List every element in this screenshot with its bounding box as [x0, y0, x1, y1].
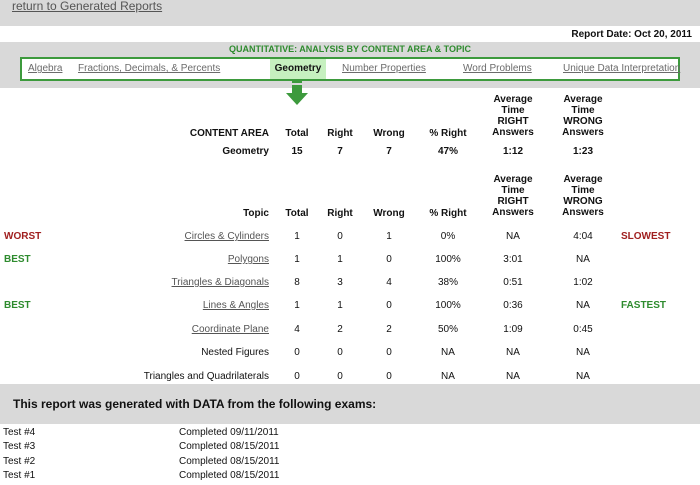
row-pct-right: 0% [440, 231, 456, 242]
summary-avg-right: 1:12 [502, 146, 523, 157]
row-wrong: 4 [386, 277, 392, 288]
summary-content-area: Geometry [222, 146, 269, 157]
topic-nested-figures: Nested Figures [201, 347, 269, 358]
row-right: 0 [337, 371, 343, 382]
exam-source-title: This report was generated with DATA from… [13, 397, 377, 411]
summary-avg-wrong: 1:23 [572, 146, 593, 157]
header-right: Right [327, 128, 353, 139]
row-speed-slowest: SLOWEST [621, 231, 671, 242]
row-avg-right: NA [506, 231, 520, 242]
row-right: 1 [337, 254, 343, 265]
header-content-area: CONTENT AREA [189, 128, 269, 139]
header-topic-pct-right: % Right [429, 208, 467, 219]
row-avg-right: 1:09 [503, 324, 523, 335]
content-area-tabs: Algebra Fractions, Decimals, & Percents … [20, 57, 680, 81]
header-avg-wrong: Average Time WRONG Answers [562, 94, 604, 138]
row-avg-wrong: 4:04 [573, 231, 593, 242]
row-right: 2 [337, 324, 343, 335]
summary-total: 15 [291, 146, 303, 157]
exam-status: Completed 08/15/2011 [179, 470, 280, 481]
row-tag-best: BEST [4, 254, 31, 265]
tab-algebra[interactable]: Algebra [28, 59, 62, 79]
topic-link-coordinate-plane[interactable]: Coordinate Plane [120, 324, 269, 335]
header-topic-total: Total [285, 208, 309, 219]
row-right: 1 [337, 300, 343, 311]
row-right: 0 [337, 231, 343, 242]
topic-link-circles-cylinders[interactable]: Circles & Cylinders [120, 231, 269, 242]
row-tag-best: BEST [4, 300, 31, 311]
topic-link-lines-angles[interactable]: Lines & Angles [120, 300, 269, 311]
header-wrong: Wrong [373, 128, 405, 139]
header-pct-right: % Right [429, 128, 467, 139]
return-to-reports-link[interactable]: return to Generated Reports [12, 0, 162, 13]
row-wrong: 1 [386, 231, 392, 242]
row-total: 0 [294, 371, 300, 382]
exam-test-label: Test #2 [3, 456, 36, 467]
row-avg-wrong: NA [576, 347, 590, 358]
summary-pct-right: 47% [437, 146, 458, 157]
row-wrong: 0 [386, 254, 392, 265]
row-avg-wrong: NA [576, 371, 590, 382]
row-right: 0 [337, 347, 343, 358]
header-total: Total [285, 128, 309, 139]
row-avg-right: NA [506, 371, 520, 382]
tab-word-problems[interactable]: Word Problems [463, 59, 532, 79]
tab-fractions[interactable]: Fractions, Decimals, & Percents [78, 59, 220, 79]
row-wrong: 0 [386, 347, 392, 358]
header-topic-avg-wrong: Average Time WRONG Answers [562, 174, 604, 218]
row-pct-right: 100% [435, 254, 461, 265]
row-wrong: 0 [386, 300, 392, 311]
row-total: 8 [294, 277, 300, 288]
row-wrong: 0 [386, 371, 392, 382]
exam-source-banner: This report was generated with DATA from… [0, 384, 700, 424]
nav-title: QUANTITATIVE: ANALYSIS BY CONTENT AREA &… [228, 44, 471, 54]
summary-wrong: 7 [386, 146, 392, 157]
arrow-down-icon [286, 80, 308, 105]
exam-status: Completed 09/11/2011 [179, 427, 279, 438]
row-total: 1 [294, 300, 300, 311]
row-avg-right: 3:01 [503, 254, 523, 265]
row-pct-right: 100% [435, 300, 461, 311]
exam-test-label: Test #1 [3, 470, 36, 481]
tab-unique-data[interactable]: Unique Data Interpretation [563, 59, 680, 79]
row-avg-wrong: NA [576, 300, 590, 311]
row-avg-right: 0:36 [503, 300, 523, 311]
header-topic-wrong: Wrong [373, 208, 405, 219]
tab-number-properties[interactable]: Number Properties [342, 59, 426, 79]
tab-geometry[interactable]: Geometry [270, 59, 326, 79]
header-avg-right: Average Time RIGHT Answers [492, 94, 534, 138]
row-pct-right: 38% [437, 277, 458, 288]
exam-status: Completed 08/15/2011 [179, 456, 280, 467]
report-date: Report Date: Oct 20, 2011 [571, 29, 692, 40]
row-pct-right: NA [441, 371, 455, 382]
row-avg-wrong: 1:02 [573, 277, 593, 288]
row-avg-right: NA [506, 347, 520, 358]
row-total: 4 [294, 324, 300, 335]
row-total: 1 [294, 254, 300, 265]
row-pct-right: NA [441, 347, 455, 358]
row-tag-worst: WORST [4, 231, 42, 242]
header-topic-avg-right: Average Time RIGHT Answers [492, 174, 534, 218]
summary-right: 7 [337, 146, 343, 157]
header-topic: Topic [243, 208, 269, 219]
top-bar: return to Generated Reports [0, 0, 700, 26]
topic-link-triangles-diagonals[interactable]: Triangles & Diagonals [120, 277, 269, 288]
row-total: 1 [294, 231, 300, 242]
row-speed-fastest: FASTEST [621, 300, 667, 311]
row-wrong: 2 [386, 324, 392, 335]
row-avg-wrong: NA [576, 254, 590, 265]
row-avg-wrong: 0:45 [573, 324, 593, 335]
row-right: 3 [337, 277, 343, 288]
row-avg-right: 0:51 [503, 277, 523, 288]
exam-status: Completed 08/15/2011 [179, 441, 280, 452]
topic-triangles-quadrilaterals: Triangles and Quadrilaterals [143, 371, 269, 382]
row-total: 0 [294, 347, 300, 358]
row-pct-right: 50% [437, 324, 458, 335]
exam-test-label: Test #3 [3, 441, 36, 452]
header-topic-right: Right [327, 208, 353, 219]
topic-link-polygons[interactable]: Polygons [120, 254, 269, 265]
exam-test-label: Test #4 [3, 427, 36, 438]
